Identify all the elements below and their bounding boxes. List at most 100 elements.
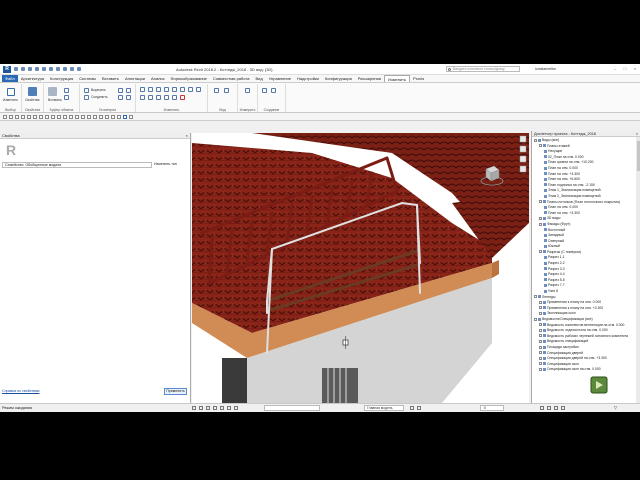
- tab-provis[interactable]: Provis: [410, 75, 427, 82]
- demolish-icon[interactable]: [126, 95, 131, 100]
- copy-icon[interactable]: [64, 88, 69, 93]
- expand-toggle-icon[interactable]: [539, 312, 542, 316]
- maximize-button[interactable]: □: [622, 66, 628, 71]
- open-icon[interactable]: [14, 67, 18, 71]
- editable-only-icon[interactable]: [410, 406, 414, 410]
- tab-extensions[interactable]: Расширения: [355, 75, 384, 82]
- search-input[interactable]: Введите ключевое слово/фразу: [446, 66, 520, 72]
- measure-tool-icon[interactable]: [245, 88, 250, 93]
- paste-icon[interactable]: [48, 87, 57, 96]
- option-icon[interactable]: [3, 115, 7, 119]
- scale-icon[interactable]: [192, 406, 196, 410]
- tab-modify[interactable]: Изменить: [384, 75, 411, 82]
- cut-icon[interactable]: [64, 95, 69, 100]
- align-icon[interactable]: [140, 87, 145, 92]
- close-button[interactable]: ×: [632, 66, 638, 71]
- tab-architecture[interactable]: Архитектура: [18, 75, 47, 82]
- expand-toggle-icon[interactable]: [539, 339, 542, 343]
- family-selector[interactable]: Семейство: Обобщенные модели: [2, 162, 152, 168]
- pin-icon[interactable]: [164, 95, 169, 100]
- cope-icon[interactable]: [84, 88, 89, 93]
- visual-style-icon[interactable]: [206, 406, 210, 410]
- option-icon[interactable]: [45, 115, 49, 119]
- expand-toggle-icon[interactable]: [539, 323, 542, 327]
- properties-help-link[interactable]: Справка по свойствам: [2, 389, 40, 393]
- modify-button[interactable]: Изменить: [3, 98, 18, 102]
- expand-toggle-icon[interactable]: [539, 367, 542, 371]
- paint-icon[interactable]: [126, 88, 131, 93]
- option-icon[interactable]: [63, 115, 67, 119]
- expand-toggle-icon[interactable]: [534, 138, 537, 142]
- wall-joins-icon[interactable]: [118, 88, 123, 93]
- expand-toggle-icon[interactable]: [539, 200, 542, 204]
- revit-logo-icon[interactable]: R: [3, 66, 11, 73]
- option-icon[interactable]: [39, 115, 43, 119]
- close-icon[interactable]: ×: [186, 133, 188, 139]
- option-icon[interactable]: [69, 115, 73, 119]
- option-icon[interactable]: [123, 115, 127, 119]
- option-icon[interactable]: [33, 115, 37, 119]
- option-icon[interactable]: [27, 115, 31, 119]
- design-option-field[interactable]: Главная модель: [364, 405, 404, 411]
- option-icon[interactable]: [81, 115, 85, 119]
- option-icon[interactable]: [75, 115, 79, 119]
- offset-icon[interactable]: [148, 87, 153, 92]
- delete-icon[interactable]: [180, 95, 185, 100]
- user-account[interactable]: lomstanrelitm: [535, 67, 556, 71]
- 3d-viewport[interactable]: [192, 133, 529, 403]
- scale-field[interactable]: :0: [480, 405, 504, 411]
- join-icon[interactable]: [84, 95, 89, 100]
- tab-manage[interactable]: Управление: [266, 75, 294, 82]
- create-parts-icon[interactable]: [271, 88, 276, 93]
- 3d-view-icon[interactable]: [63, 67, 67, 71]
- array-icon[interactable]: [148, 95, 153, 100]
- scale-icon[interactable]: [140, 95, 145, 100]
- tab-systems[interactable]: Системы: [76, 75, 99, 82]
- expand-toggle-icon[interactable]: [539, 328, 542, 332]
- crop-view-icon[interactable]: [227, 406, 231, 410]
- scrollbar-thumb[interactable]: [636, 141, 640, 171]
- shadows-icon[interactable]: [220, 406, 224, 410]
- select-pinned-icon[interactable]: [540, 406, 544, 410]
- tab-collaborate[interactable]: Совместная работа: [210, 75, 253, 82]
- move-icon[interactable]: [164, 87, 169, 92]
- text-icon[interactable]: [56, 67, 60, 71]
- temporary-hide-icon[interactable]: [234, 406, 238, 410]
- option-icon[interactable]: [87, 115, 91, 119]
- vertical-scrollbar[interactable]: [636, 137, 640, 403]
- expand-toggle-icon[interactable]: [539, 300, 542, 304]
- expand-toggle-icon[interactable]: [539, 334, 542, 338]
- expand-toggle-icon[interactable]: [539, 222, 542, 226]
- rotate-icon[interactable]: [180, 87, 185, 92]
- select-faces-icon[interactable]: [554, 406, 558, 410]
- browser-node[interactable]: Спецификация окон на отм. 0.000: [532, 367, 640, 373]
- option-icon[interactable]: [51, 115, 55, 119]
- redo-icon[interactable]: [35, 67, 39, 71]
- tab-annotate[interactable]: Аннотации: [122, 75, 148, 82]
- option-icon[interactable]: [21, 115, 25, 119]
- thin-lines-icon[interactable]: [77, 67, 81, 71]
- option-icon[interactable]: [15, 115, 19, 119]
- expand-toggle-icon[interactable]: [539, 362, 542, 366]
- properties-icon[interactable]: [28, 87, 37, 96]
- option-icon[interactable]: [111, 115, 115, 119]
- tab-view[interactable]: Вид: [252, 75, 265, 82]
- expand-toggle-icon[interactable]: [539, 144, 542, 148]
- option-icon[interactable]: [93, 115, 97, 119]
- navigation-bar[interactable]: [519, 134, 527, 234]
- tab-file[interactable]: Файл: [2, 75, 18, 82]
- expand-toggle-icon[interactable]: [539, 250, 542, 254]
- expand-toggle-icon[interactable]: [534, 295, 537, 299]
- paste-button[interactable]: Вставить: [48, 98, 62, 102]
- sun-path-icon[interactable]: [213, 406, 217, 410]
- save-icon[interactable]: [21, 67, 25, 71]
- option-icon[interactable]: [117, 115, 121, 119]
- expand-toggle-icon[interactable]: [539, 356, 542, 360]
- expand-toggle-icon[interactable]: [534, 317, 537, 321]
- option-icon[interactable]: [9, 115, 13, 119]
- copy-element-icon[interactable]: [172, 87, 177, 92]
- expand-toggle-icon[interactable]: [539, 351, 542, 355]
- tab-structure[interactable]: Конструкция: [47, 75, 76, 82]
- cut-geometry-button[interactable]: Вырезать: [91, 88, 106, 92]
- mirror-draw-icon[interactable]: [156, 95, 161, 100]
